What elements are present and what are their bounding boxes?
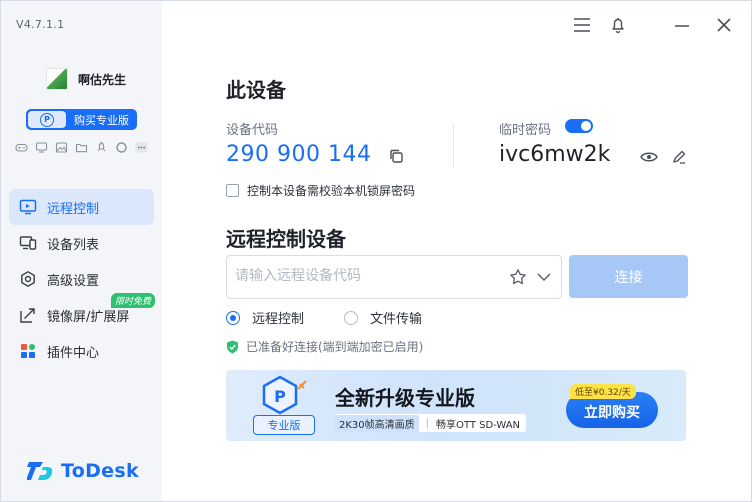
shield-icon[interactable] (115, 141, 128, 154)
rocket-icon[interactable] (95, 141, 108, 154)
mode-remote-control[interactable]: 远程控制 (226, 308, 304, 327)
remote-code-input-box (226, 255, 562, 299)
gamepad-icon[interactable] (15, 141, 28, 154)
pro-p-icon: P (40, 112, 54, 127)
radio-file-transfer[interactable] (344, 310, 358, 325)
minimize-icon[interactable] (672, 15, 692, 35)
svg-text:P: P (274, 387, 286, 406)
pro-tag: 专业版 (253, 415, 315, 435)
image-icon[interactable] (55, 141, 68, 154)
sidebar-item-label: 插件中心 (47, 345, 100, 361)
remote-code-input[interactable] (227, 256, 505, 296)
connection-status: 已准备好连接(端到端加密已启用) (226, 338, 423, 355)
close-icon[interactable] (714, 15, 734, 35)
buy-pro-label: 购买专业版 (74, 113, 129, 127)
temp-password-label: 临时密码 (499, 123, 552, 138)
settings-icon (18, 269, 38, 289)
menu-icon[interactable] (572, 15, 592, 35)
avatar[interactable] (46, 68, 68, 90)
lock-screen-checkbox[interactable] (226, 184, 239, 197)
device-list-icon (18, 233, 38, 253)
star-icon[interactable] (509, 268, 527, 286)
sidebar-item-device-list[interactable]: 设备列表 (9, 225, 154, 261)
free-badge: 限时免费 (111, 293, 156, 308)
this-device-title: 此设备 (226, 78, 286, 102)
banner-features: 2K30帧高清画质 | 畅享OTT SD-WAN (335, 414, 527, 432)
user-name: 啊估先生 (78, 72, 127, 87)
version-label: V4.7.1.1 (16, 18, 65, 31)
brand-name: ToDesk (61, 460, 139, 482)
feature-sdwan: 畅享OTT SD-WAN (436, 419, 521, 431)
bell-icon[interactable] (608, 15, 628, 35)
sidebar-item-label: 镜像屏/扩展屏 (47, 309, 130, 325)
monitor-icon[interactable] (35, 141, 48, 154)
feature-separator: | (425, 417, 430, 429)
device-code[interactable]: 290 900 144 (226, 142, 371, 167)
sidebar-item-label: 远程控制 (47, 201, 100, 217)
sidebar-nav: 远程控制 设备列表 高级设置 镜像屏/扩展屏 限时免费 插件中心 (9, 189, 156, 369)
user-profile[interactable]: 啊估先生 (46, 68, 126, 90)
edit-icon[interactable] (670, 148, 688, 166)
sidebar-item-mirror-screen[interactable]: 镜像屏/扩展屏 限时免费 (9, 293, 156, 333)
sidebar-item-label: 高级设置 (47, 273, 100, 289)
vertical-divider (453, 124, 454, 168)
sidebar-item-label: 设备列表 (47, 237, 100, 253)
temp-password[interactable]: ivc6mw2k (499, 142, 610, 167)
device-code-label: 设备代码 (226, 123, 279, 138)
mode-label: 远程控制 (252, 312, 305, 327)
eye-icon[interactable] (640, 148, 658, 166)
mirror-screen-icon (18, 305, 38, 325)
sidebar-item-plugin-center[interactable]: 插件中心 (9, 333, 154, 369)
sidebar-item-advanced-settings[interactable]: 高级设置 (9, 261, 154, 297)
quick-features (15, 141, 148, 154)
radio-remote-control[interactable] (226, 310, 240, 325)
sidebar: V4.7.1.1 啊估先生 P 购买专业版 远程控制 设备列表 高级设置 镜像屏… (1, 1, 162, 501)
mode-file-transfer[interactable]: 文件传输 (344, 308, 422, 327)
feature-resolution: 2K30帧高清画质 (335, 414, 419, 432)
lock-screen-check-label: 控制本设备需校验本机锁屏密码 (247, 184, 416, 198)
chevron-down-icon[interactable] (535, 268, 553, 286)
remote-control-icon (18, 197, 38, 217)
shield-check-icon (227, 340, 238, 353)
sidebar-item-remote-control[interactable]: 远程控制 (9, 189, 154, 225)
pro-emblem-icon: P (262, 375, 307, 415)
pro-upgrade-banner[interactable]: P 专业版 全新升级专业版 2K30帧高清画质 | 畅享OTT SD-WAN 低… (226, 370, 686, 441)
lock-screen-check[interactable]: 控制本设备需校验本机锁屏密码 (226, 182, 415, 199)
todesk-window: V4.7.1.1 啊估先生 P 购买专业版 远程控制 设备列表 高级设置 镜像屏… (0, 0, 752, 502)
more-icon[interactable] (135, 141, 148, 154)
buy-pro-button[interactable]: P 购买专业版 (26, 109, 137, 130)
connection-status-text: 已准备好连接(端到端加密已启用) (246, 340, 424, 354)
connect-button[interactable]: 连接 (569, 255, 688, 298)
plugin-center-icon (18, 341, 38, 361)
remote-device-title: 远程控制设备 (226, 227, 346, 251)
temp-password-toggle[interactable] (565, 119, 593, 133)
todesk-logo: ToDesk (27, 460, 139, 482)
copy-icon[interactable] (387, 147, 405, 165)
price-badge: 低至¥0.32/天 (570, 384, 636, 399)
folder-icon[interactable] (75, 141, 88, 154)
banner-title: 全新升级专业版 (335, 386, 475, 410)
mode-label: 文件传输 (370, 312, 423, 327)
pro-chip: P (28, 111, 66, 128)
todesk-logo-icon (27, 462, 53, 480)
